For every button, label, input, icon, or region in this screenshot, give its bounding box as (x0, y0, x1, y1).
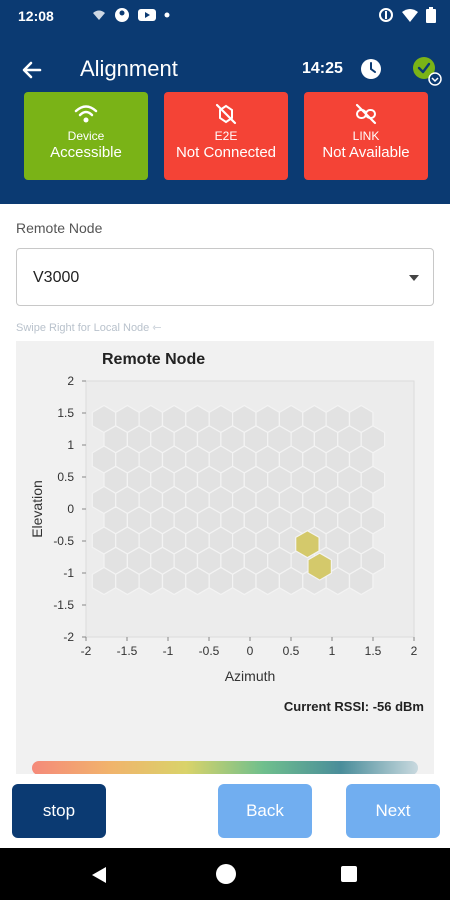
x-tick-label: 0 (247, 644, 254, 658)
tile-label: LINK (352, 129, 380, 143)
signal-gradient-bar (32, 761, 418, 775)
x-tick-label: 0.5 (283, 644, 300, 658)
clock-icon[interactable] (360, 58, 382, 80)
wifi-calling-icon (93, 10, 105, 20)
page-title: Alignment (80, 56, 178, 81)
tile-status: Accessible (50, 144, 122, 161)
device-status-tile[interactable]: Device Accessible (24, 92, 148, 180)
y-tick-label: 1 (67, 438, 74, 452)
e2e-off-icon (215, 103, 237, 125)
y-tick-label: 0 (67, 502, 74, 516)
vibrate-icon (379, 8, 393, 22)
y-tick-label: -2 (63, 630, 74, 644)
y-axis-label: Elevation (29, 480, 45, 538)
dot-icon (164, 12, 170, 18)
tile-status: Not Connected (175, 144, 277, 161)
x-tick-label: -2 (81, 644, 92, 658)
caret-down-icon (409, 275, 419, 281)
header-clock: 14:25 (302, 60, 343, 77)
battery-icon (426, 7, 436, 23)
rssi-readout: Current RSSI: -56 dBm (283, 699, 424, 714)
y-tick-label: -1.5 (53, 598, 74, 612)
app-header: Alignment 14:25 Device Accessible E2E No… (0, 32, 450, 204)
back-button[interactable]: Back (218, 784, 312, 838)
x-tick-label: -1.5 (117, 644, 138, 658)
x-tick-label: 1.5 (365, 644, 382, 658)
action-bar: stop Back Next (0, 774, 450, 848)
link-status-tile[interactable]: LINK Not Available (304, 92, 428, 180)
tile-label: Device (67, 129, 105, 143)
tile-status: Not Available (322, 144, 410, 161)
stop-button[interactable]: stop (12, 784, 106, 838)
y-tick-label: 0.5 (57, 470, 74, 484)
tile-label: E2E (214, 129, 238, 143)
account-circle-icon (115, 8, 129, 22)
y-tick-label: 2 (67, 374, 74, 388)
nav-recents-icon[interactable] (341, 866, 357, 882)
system-icons (378, 7, 436, 23)
x-tick-label: -0.5 (199, 644, 220, 658)
x-axis-label: Azimuth (225, 668, 276, 684)
next-button[interactable]: Next (346, 784, 440, 838)
wifi-icon (402, 9, 418, 22)
wifi-icon (74, 105, 98, 123)
alignment-chart-panel: Remote Node -2 -1.5 -1 -0.5 0 0.5 1 1.5 2 2 1.5 1 0.… (16, 341, 434, 781)
nav-back-icon[interactable] (90, 866, 108, 884)
y-tick-label: -0.5 (53, 534, 74, 548)
nav-home-icon[interactable] (216, 864, 236, 884)
check-circle-icon[interactable] (412, 56, 442, 86)
status-bar: 12:08 (0, 0, 450, 32)
link-off-icon (355, 103, 377, 125)
x-tick-label: 1 (329, 644, 336, 658)
remote-node-select[interactable]: V3000 (16, 248, 434, 306)
remote-node-label: Remote Node (16, 220, 103, 236)
x-tick-label: 2 (411, 644, 418, 658)
x-tick-label: -1 (163, 644, 174, 658)
y-tick-label: -1 (63, 566, 74, 580)
y-tick-label: 1.5 (57, 406, 74, 420)
notification-icons (92, 7, 170, 23)
swipe-hint: Swipe Right for Local Node ⇽ (16, 322, 162, 334)
arrow-left-icon[interactable] (18, 56, 46, 84)
system-nav-bar (0, 848, 450, 900)
remote-node-value: V3000 (33, 269, 80, 286)
alignment-heatmap: -2 -1.5 -1 -0.5 0 0.5 1 1.5 2 2 1.5 1 0.5 0 -0.5 -1 -1.5… (29, 374, 418, 684)
youtube-icon (138, 9, 156, 21)
status-time: 12:08 (18, 8, 54, 24)
e2e-status-tile[interactable]: E2E Not Connected (164, 92, 288, 180)
